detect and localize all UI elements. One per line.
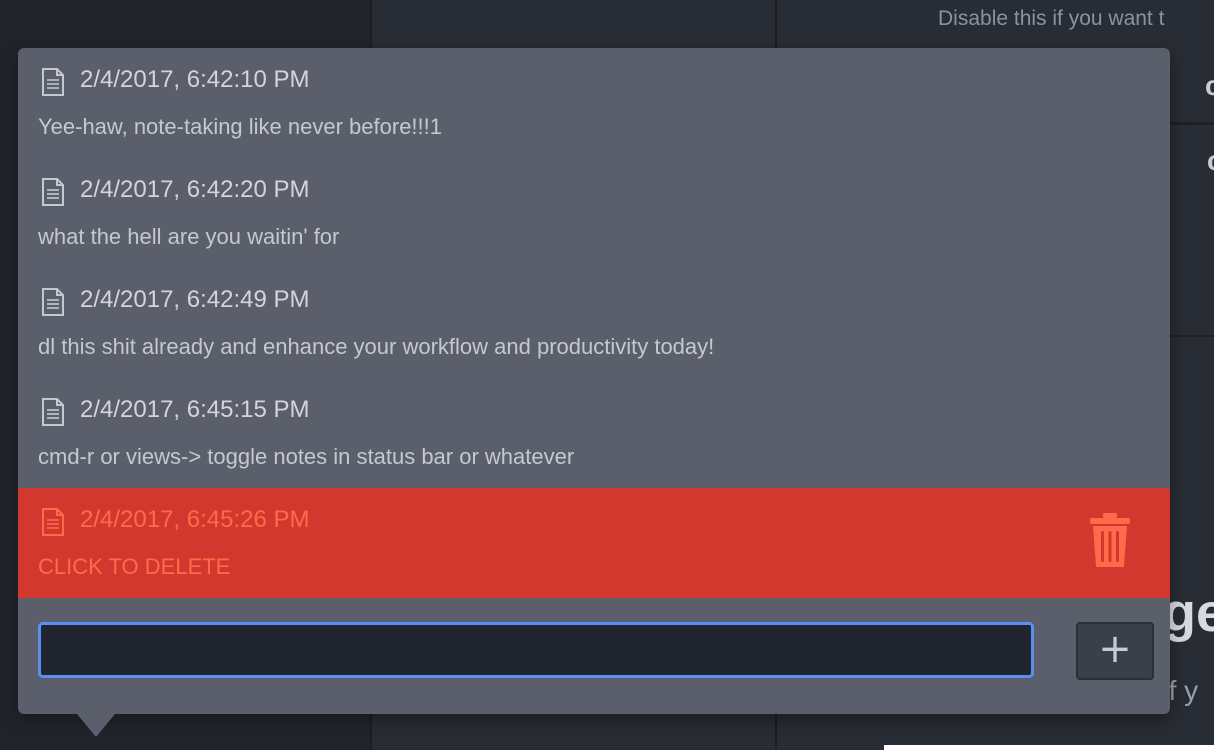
note-item[interactable]: 2/4/2017, 6:42:10 PM Yee-haw, note-takin… bbox=[18, 48, 1170, 158]
settings-hint-text: Disable this if you want t bbox=[938, 7, 1165, 30]
settings-fragment: c bbox=[1207, 145, 1214, 177]
note-text: dl this shit already and enhance your wo… bbox=[38, 334, 715, 359]
note-text: what the hell are you waitin' for bbox=[38, 224, 340, 249]
document-icon bbox=[42, 178, 64, 206]
settings-fragment: c bbox=[1205, 70, 1214, 101]
delete-prompt: CLICK TO DELETE bbox=[38, 554, 231, 579]
document-icon bbox=[42, 398, 64, 426]
note-item-delete[interactable]: 2/4/2017, 6:45:26 PM CLICK TO DELETE bbox=[18, 488, 1170, 598]
document-icon bbox=[42, 68, 64, 96]
note-timestamp: 2/4/2017, 6:45:15 PM bbox=[80, 396, 310, 423]
note-item[interactable]: 2/4/2017, 6:42:49 PM dl this shit alread… bbox=[18, 268, 1170, 378]
document-icon bbox=[42, 508, 64, 536]
note-text: cmd-r or views-> toggle notes in status … bbox=[38, 444, 575, 469]
settings-heading: ge bbox=[1163, 583, 1214, 643]
note-timestamp: 2/4/2017, 6:42:20 PM bbox=[80, 176, 310, 203]
note-text: Yee-haw, note-taking like never before!!… bbox=[38, 114, 443, 139]
popover-arrow bbox=[77, 714, 115, 737]
notes-list: 2/4/2017, 6:42:10 PM Yee-haw, note-takin… bbox=[18, 48, 1170, 598]
notes-popover: 2/4/2017, 6:42:10 PM Yee-haw, note-takin… bbox=[18, 48, 1170, 714]
new-note-input[interactable] bbox=[38, 622, 1034, 678]
note-item[interactable]: 2/4/2017, 6:42:20 PM what the hell are y… bbox=[18, 158, 1170, 268]
status-bar-edge bbox=[884, 745, 1214, 750]
trash-icon[interactable] bbox=[1088, 512, 1132, 568]
new-note-row: + bbox=[18, 598, 1170, 714]
add-note-button[interactable]: + bbox=[1076, 622, 1154, 680]
note-item[interactable]: 2/4/2017, 6:45:15 PM cmd-r or views-> to… bbox=[18, 378, 1170, 488]
document-icon bbox=[42, 288, 64, 316]
note-timestamp: 2/4/2017, 6:42:10 PM bbox=[80, 66, 310, 93]
note-timestamp: 2/4/2017, 6:42:49 PM bbox=[80, 286, 310, 313]
note-timestamp: 2/4/2017, 6:45:26 PM bbox=[80, 506, 310, 533]
